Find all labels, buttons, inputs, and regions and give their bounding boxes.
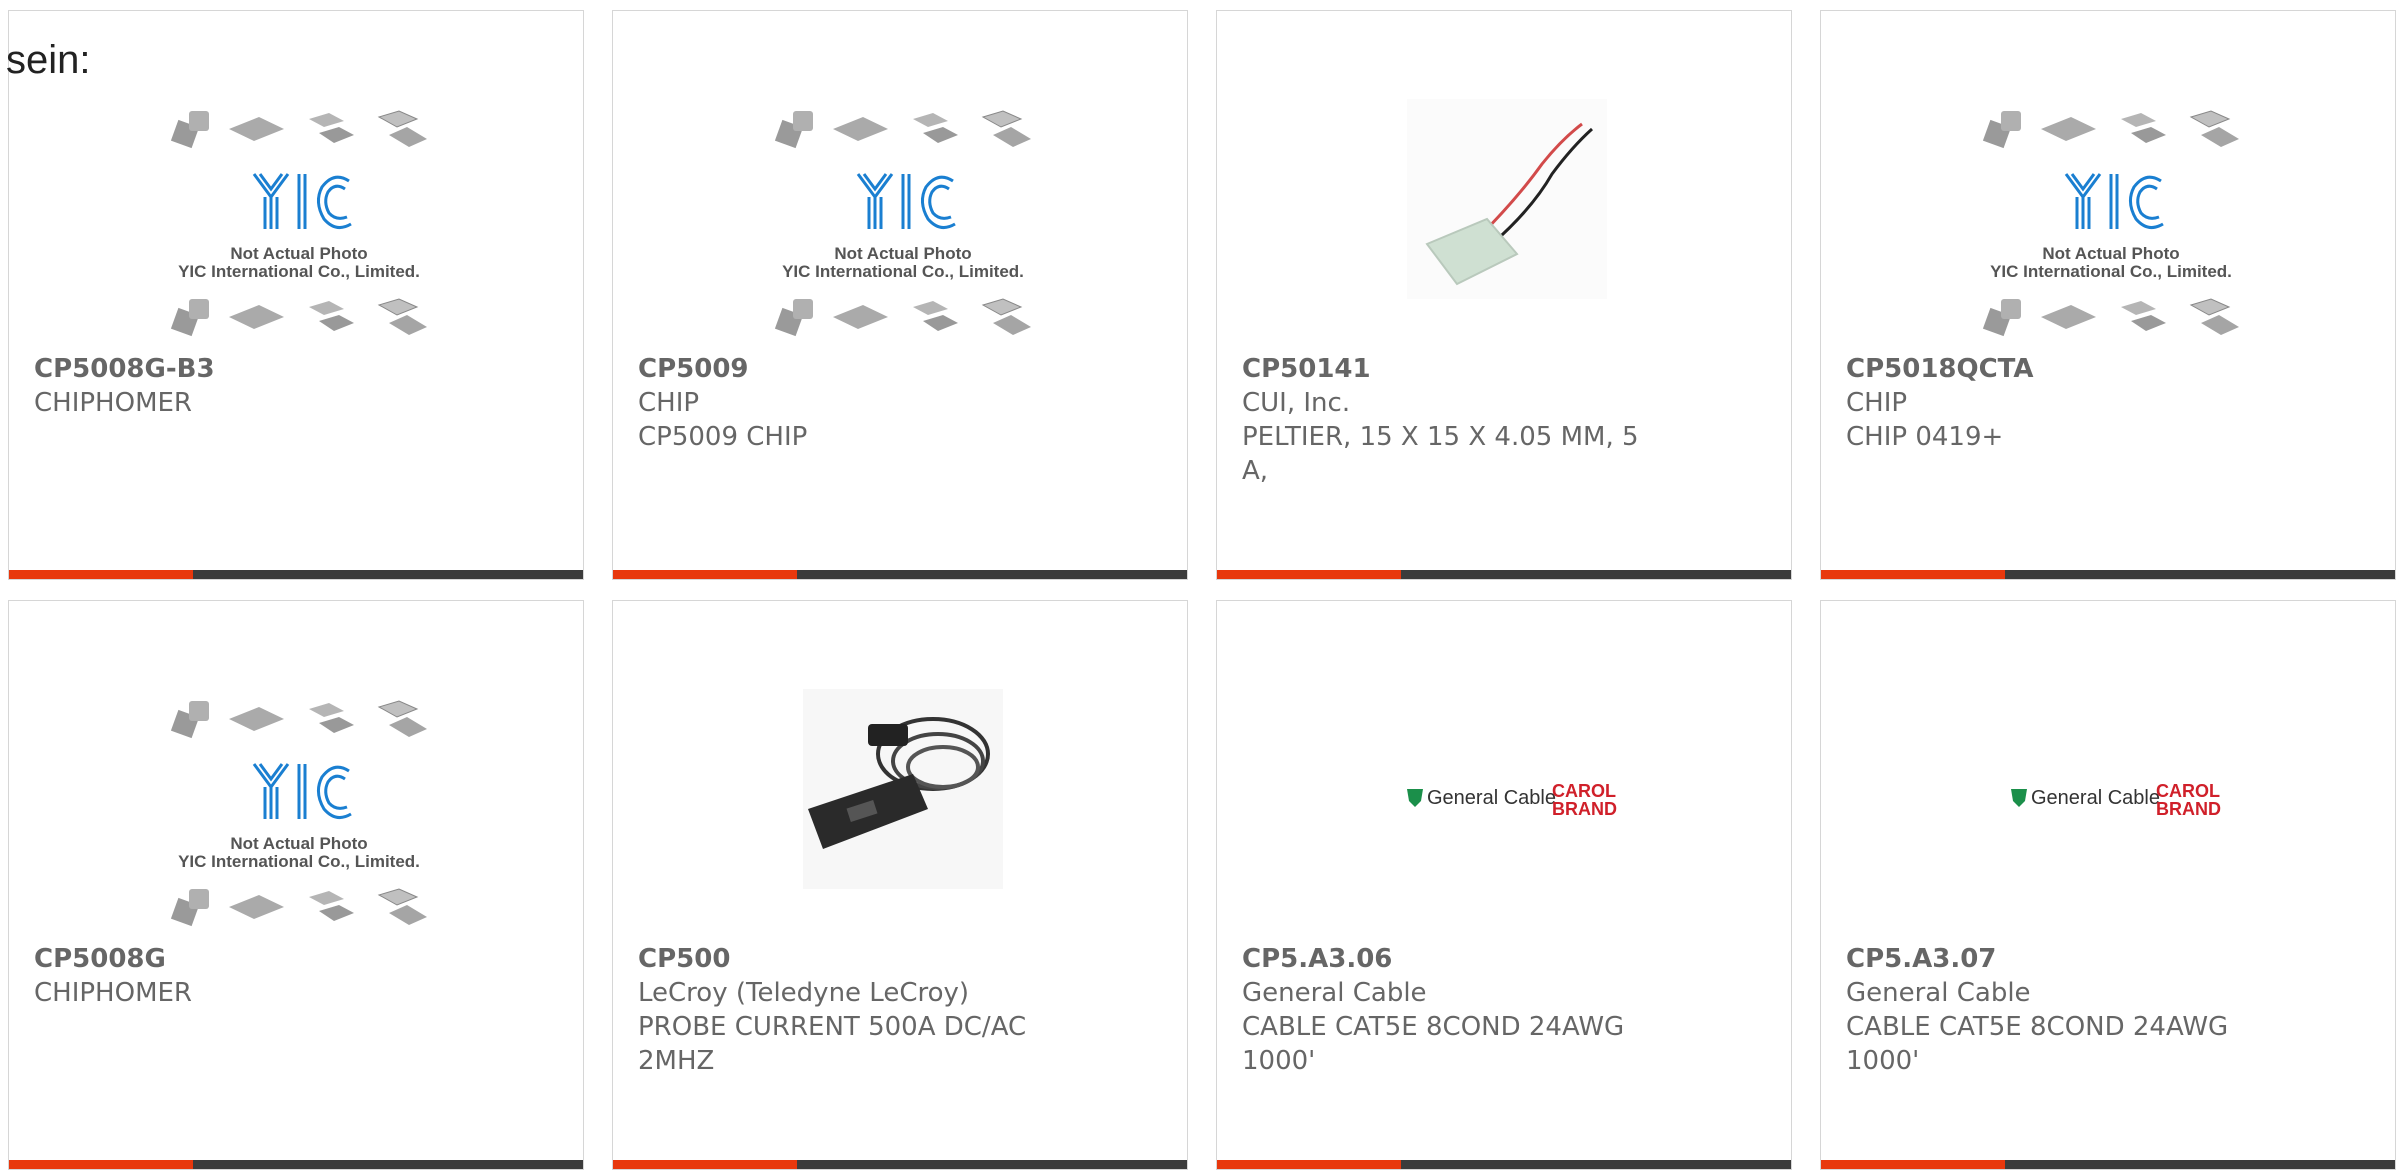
placeholder-caption-2: YIC International Co., Limited.: [178, 262, 420, 281]
part-number-link[interactable]: CP5.A3.06: [1242, 942, 1662, 976]
product-info: CP5018QCTA CHIP CHIP 0419+: [1846, 352, 2266, 454]
part-number-link[interactable]: CP5008G-B3: [34, 352, 454, 386]
card-footer-bar: [1217, 570, 1791, 579]
manufacturer: CHIPHOMER: [34, 388, 192, 418]
part-number-link[interactable]: CP500: [638, 942, 1058, 976]
card-accent: [9, 1160, 193, 1169]
brand-text: BRAND: [2156, 799, 2221, 819]
manufacturer: CHIP: [638, 388, 700, 418]
part-number-link[interactable]: CP5018QCTA: [1846, 352, 2266, 386]
description-line: 1000': [1846, 1046, 1920, 1076]
description-line: PROBE CURRENT 500A DC/AC: [638, 1012, 1027, 1042]
card-footer-bar: [613, 570, 1187, 579]
page-label: sein:: [6, 38, 91, 82]
part-number-link[interactable]: CP50141: [1242, 352, 1662, 386]
part-number-link[interactable]: CP5009: [638, 352, 1058, 386]
product-image[interactable]: Not Actual Photo YIC International Co., …: [1971, 79, 2251, 359]
card-accent: [1217, 1160, 1401, 1169]
product-card[interactable]: Not Actual Photo YIC International Co., …: [8, 10, 584, 580]
product-info: CP5.A3.07 General Cable CABLE CAT5E 8COND …: [1846, 942, 2266, 1078]
manufacturer: CUI, Inc.: [1242, 388, 1351, 418]
manufacturer: General Cable: [1846, 978, 2031, 1008]
description-line: PELTIER, 15 X 15 X 4.05 MM, 5: [1242, 422, 1639, 452]
card-accent: [9, 570, 193, 579]
description-line: A,: [1242, 456, 1269, 486]
product-image[interactable]: Not Actual Photo YIC International Co., …: [763, 79, 1043, 359]
product-image[interactable]: General Cable CAROL BRAND: [1367, 669, 1647, 949]
product-image[interactable]: General Cable CAROL BRAND: [1971, 669, 2251, 949]
manufacturer: CHIPHOMER: [34, 978, 192, 1008]
product-card[interactable]: CP50141 CUI, Inc. PELTIER, 15 X 15 X 4.05 …: [1216, 10, 1792, 580]
description-line: 1000': [1242, 1046, 1316, 1076]
product-info: CP500 LeCroy (Teledyne LeCroy) PROBE CURRE…: [638, 942, 1058, 1078]
placeholder-caption-2: YIC International Co., Limited.: [178, 852, 420, 871]
product-info: CP5.A3.06 General Cable CABLE CAT5E 8COND …: [1242, 942, 1662, 1078]
carol-text: CAROL: [2156, 781, 2220, 801]
part-number-link[interactable]: CP5.A3.07: [1846, 942, 2266, 976]
card-footer-bar: [613, 1160, 1187, 1169]
general-cable-text: General Cable: [1427, 787, 1556, 809]
product-card[interactable]: General Cable CAROL BRAND CP5.A3.07 Gener…: [1820, 600, 2396, 1170]
product-card[interactable]: Not Actual Photo YIC International Co., …: [8, 600, 584, 1170]
placeholder-caption-2: YIC International Co., Limited.: [1990, 262, 2232, 281]
card-accent: [613, 570, 797, 579]
placeholder-caption-1: Not Actual Photo: [230, 244, 367, 263]
product-image[interactable]: [1367, 79, 1647, 359]
carol-text: CAROL: [1552, 781, 1616, 801]
card-footer-bar: [9, 570, 583, 579]
product-info: CP5008G-B3 CHIPHOMER: [34, 352, 454, 420]
placeholder-caption-1: Not Actual Photo: [230, 834, 367, 853]
product-card[interactable]: CP500 LeCroy (Teledyne LeCroy) PROBE CURRE…: [612, 600, 1188, 1170]
product-info: CP5008G CHIPHOMER: [34, 942, 454, 1010]
card-footer-bar: [1217, 1160, 1791, 1169]
product-card[interactable]: Not Actual Photo YIC International Co., …: [612, 10, 1188, 580]
product-info: CP5009 CHIP CP5009 CHIP: [638, 352, 1058, 454]
general-cable-text: General Cable: [2031, 787, 2160, 809]
card-accent: [1217, 570, 1401, 579]
placeholder-caption-1: Not Actual Photo: [834, 244, 971, 263]
card-footer-bar: [9, 1160, 583, 1169]
manufacturer: LeCroy (Teledyne LeCroy): [638, 978, 970, 1008]
manufacturer: General Cable: [1242, 978, 1427, 1008]
part-number-link[interactable]: CP5008G: [34, 942, 454, 976]
description-line: CP5009 CHIP: [638, 422, 808, 452]
product-info: CP50141 CUI, Inc. PELTIER, 15 X 15 X 4.05 …: [1242, 352, 1662, 488]
card-accent: [613, 1160, 797, 1169]
placeholder-caption-2: YIC International Co., Limited.: [782, 262, 1024, 281]
card-footer-bar: [1821, 570, 2395, 579]
card-footer-bar: [1821, 1160, 2395, 1169]
card-accent: [1821, 1160, 2005, 1169]
description-line: CABLE CAT5E 8COND 24AWG: [1242, 1012, 1625, 1042]
product-image[interactable]: Not Actual Photo YIC International Co., …: [159, 79, 439, 359]
description-line: CABLE CAT5E 8COND 24AWG: [1846, 1012, 2229, 1042]
product-image[interactable]: [763, 669, 1043, 949]
description-line: CHIP 0419+: [1846, 422, 2004, 452]
description-line: 2MHZ: [638, 1046, 715, 1076]
product-image[interactable]: Not Actual Photo YIC International Co., …: [159, 669, 439, 949]
card-accent: [1821, 570, 2005, 579]
product-card[interactable]: Not Actual Photo YIC International Co., …: [1820, 10, 2396, 580]
placeholder-caption-1: Not Actual Photo: [2042, 244, 2179, 263]
brand-text: BRAND: [1552, 799, 1617, 819]
product-card[interactable]: General Cable CAROL BRAND CP5.A3.06 Gener…: [1216, 600, 1792, 1170]
manufacturer: CHIP: [1846, 388, 1908, 418]
